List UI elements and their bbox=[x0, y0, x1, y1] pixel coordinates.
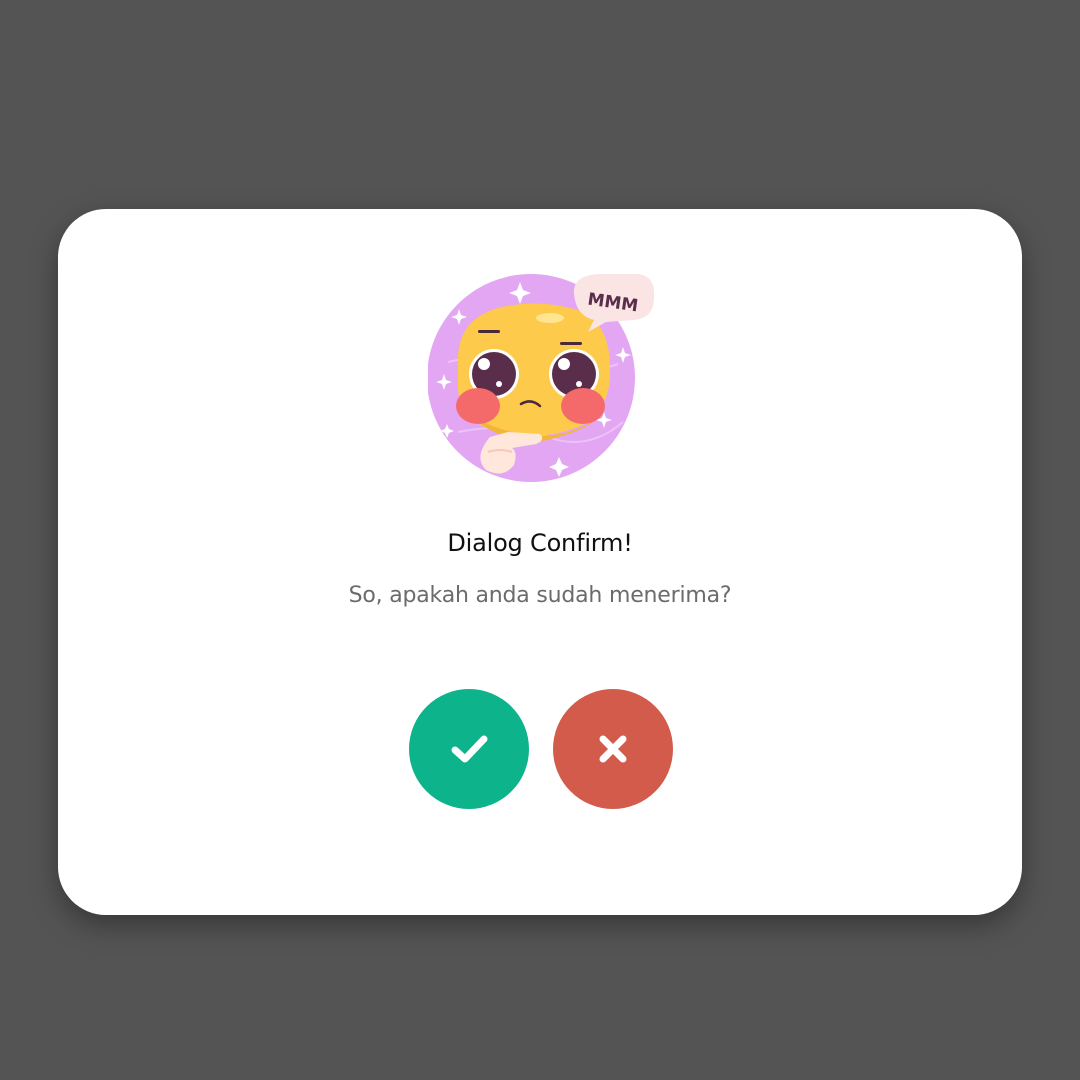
check-icon bbox=[447, 727, 491, 771]
close-icon bbox=[593, 729, 633, 769]
confirm-dialog: MMM Dialog Confirm! So, apakah anda suda… bbox=[58, 209, 1022, 915]
dialog-title: Dialog Confirm! bbox=[447, 529, 633, 557]
cancel-button[interactable] bbox=[553, 689, 673, 809]
confirm-button[interactable] bbox=[409, 689, 529, 809]
dialog-message: So, apakah anda sudah menerima? bbox=[348, 583, 732, 608]
thinking-face-icon: MMM bbox=[427, 272, 668, 486]
